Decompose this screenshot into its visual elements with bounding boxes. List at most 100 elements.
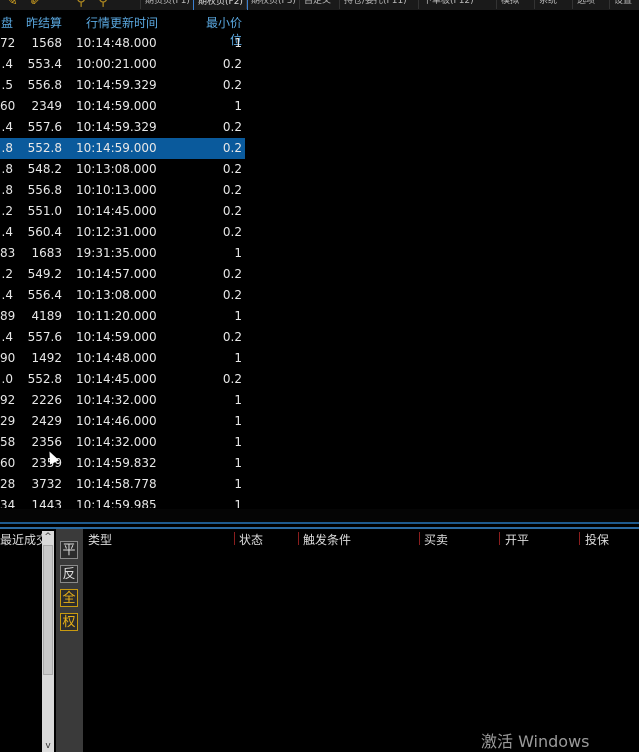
menu-settings[interactable]: 设置 [609, 0, 636, 9]
cell-prev-settle: 557.6 [27, 330, 62, 344]
header-close[interactable]: 盘 [0, 14, 13, 31]
cell-update-time: 10:13:08.000 [76, 288, 157, 302]
table-row[interactable]: .4 553.4 10:00:21.000 0.2 [0, 54, 245, 75]
cell-close: .4 [1, 330, 13, 344]
table-row[interactable]: 92 2226 10:14:32.000 1 [0, 390, 245, 411]
scroll-up-icon[interactable]: ^ [42, 531, 54, 543]
cell-update-time: 10:14:32.000 [76, 435, 157, 449]
quote-table: 盘 昨结算 行情更新时间 最小价位 72 1568 10:14:48.000 1 .4 5… [0, 11, 245, 508]
vertical-scrollbar[interactable]: ^ v [42, 531, 54, 752]
tab-positions-orders[interactable]: 持仓/委托(F11) [339, 0, 411, 9]
reverse-position-button[interactable]: 反 [60, 565, 78, 583]
table-row[interactable]: .2 551.0 10:14:45.000 0.2 [0, 201, 245, 222]
tab-order-board[interactable]: 下单板(F12) [418, 0, 478, 9]
cell-prev-settle: 2356 [31, 435, 62, 449]
table-row[interactable]: 29 2429 10:14:46.000 1 [0, 411, 245, 432]
scroll-down-icon[interactable]: v [42, 740, 54, 752]
edit-icon[interactable]: ✐ [30, 0, 42, 8]
cell-update-time: 10:12:31.000 [76, 225, 157, 239]
menu-options[interactable]: 选项 [572, 0, 599, 9]
exercise-button[interactable]: 权 [60, 613, 78, 631]
cell-close: .4 [1, 120, 13, 134]
col-buy-sell[interactable]: 买卖 [424, 531, 448, 548]
table-row[interactable]: .4 560.4 10:12:31.000 0.2 [0, 222, 245, 243]
col-open-close[interactable]: 开平 [505, 531, 529, 548]
pencil-icon[interactable]: ✎ [6, 0, 18, 8]
cell-prev-settle: 4189 [31, 309, 62, 323]
table-row[interactable]: .4 557.6 10:14:59.329 0.2 [0, 117, 245, 138]
cell-min-tick: 0.2 [222, 183, 242, 197]
table-row[interactable]: 28 3732 10:14:58.778 1 [0, 474, 245, 495]
cell-update-time: 10:14:57.000 [76, 267, 157, 281]
table-row[interactable]: 58 2356 10:14:32.000 1 [0, 432, 245, 453]
cell-close: 29 [0, 414, 16, 428]
cell-update-time: 10:14:45.000 [76, 204, 157, 218]
header-update-time[interactable]: 行情更新时间 [86, 14, 166, 31]
tab-futures-page[interactable]: 期货页(F1) [140, 0, 194, 9]
table-row[interactable]: 83 1683 19:31:35.000 1 [0, 243, 245, 264]
tab-options-page[interactable]: 期权页(F2) [193, 0, 248, 10]
cell-update-time: 10:14:59.329 [76, 120, 157, 134]
cell-min-tick: 1 [234, 246, 242, 260]
table-row[interactable]: 89 4189 10:11:20.000 1 [0, 306, 245, 327]
table-row[interactable]: .4 556.4 10:13:08.000 0.2 [0, 285, 245, 306]
cell-close: .8 [1, 141, 13, 155]
cell-close: 92 [0, 393, 16, 407]
tab-custom[interactable]: 自定义 [299, 0, 335, 9]
table-row[interactable]: 60 2349 10:14:59.000 1 [0, 96, 245, 117]
close-position-button[interactable]: 平 [60, 541, 78, 559]
table-row[interactable]: .8 548.2 10:13:08.000 0.2 [0, 159, 245, 180]
cell-close: 34 [0, 498, 16, 508]
cell-min-tick: 1 [234, 351, 242, 365]
cell-min-tick: 1 [234, 393, 242, 407]
cell-close: .8 [1, 183, 13, 197]
close-all-button[interactable]: 全 [60, 589, 78, 607]
cell-prev-settle: 560.4 [27, 225, 62, 239]
table-header: 盘 昨结算 行情更新时间 最小价位 [0, 11, 245, 47]
cell-close: 72 [0, 36, 16, 50]
cell-prev-settle: 553.4 [27, 57, 62, 71]
table-row[interactable]: .2 549.2 10:14:57.000 0.2 [0, 264, 245, 285]
table-row[interactable]: .8 556.8 10:10:13.000 0.2 [0, 180, 245, 201]
table-row[interactable]: .4 557.6 10:14:59.000 0.2 [0, 327, 245, 348]
cell-prev-settle: 1568 [31, 36, 62, 50]
col-type[interactable]: 类型 [88, 531, 112, 548]
cell-min-tick: 0.2 [222, 57, 242, 71]
cell-min-tick: 0.2 [222, 225, 242, 239]
cell-close: 60 [0, 456, 16, 470]
cell-close: .4 [1, 57, 13, 71]
cell-min-tick: 0.2 [222, 204, 242, 218]
cell-prev-settle: 557.6 [27, 120, 62, 134]
cell-prev-settle: 1443 [31, 498, 62, 508]
table-row[interactable]: 90 1492 10:14:48.000 1 [0, 348, 245, 369]
table-row[interactable]: .8 552.8 10:14:59.000 0.2 [0, 138, 245, 159]
table-row[interactable]: .0 552.8 10:14:45.000 0.2 [0, 369, 245, 390]
zoom-in-icon[interactable]: ⚲ [76, 0, 86, 8]
cell-prev-settle: 2349 [31, 99, 62, 113]
cell-update-time: 10:14:45.000 [76, 372, 157, 386]
cell-update-time: 10:14:46.000 [76, 414, 157, 428]
col-divider [298, 532, 299, 545]
cell-update-time: 10:11:20.000 [76, 309, 157, 323]
table-row[interactable]: .5 556.8 10:14:59.329 0.2 [0, 75, 245, 96]
cell-min-tick: 1 [234, 414, 242, 428]
col-status[interactable]: 状态 [239, 531, 263, 548]
table-row[interactable]: 34 1443 10:14:59.985 1 [0, 495, 245, 508]
toolbar: ✎ ✐ ⚲ ⚲ 期货页(F1) 期权页(F2) 期权页(F3) 自定义 持仓/委… [0, 0, 639, 10]
col-trigger[interactable]: 触发条件 [303, 531, 351, 548]
scroll-thumb[interactable] [43, 545, 53, 675]
cell-update-time: 10:14:48.000 [76, 36, 157, 50]
cell-prev-settle: 3732 [31, 477, 62, 491]
col-hedge[interactable]: 投保 [585, 531, 609, 548]
table-row[interactable]: 60 2359 10:14:59.832 1 [0, 453, 245, 474]
panel-divider[interactable] [0, 522, 639, 524]
header-prev-settle[interactable]: 昨结算 [24, 14, 62, 31]
cell-prev-settle: 1683 [31, 246, 62, 260]
cell-prev-settle: 552.8 [27, 372, 62, 386]
table-row[interactable]: 72 1568 10:14:48.000 1 [0, 33, 245, 54]
zoom-out-icon[interactable]: ⚲ [98, 0, 108, 8]
tab-options-page-2[interactable]: 期权页(F3) [246, 0, 300, 9]
menu-simulate[interactable]: 模拟 [496, 0, 523, 9]
menu-system[interactable]: 系统 [534, 0, 561, 9]
cell-update-time: 10:13:08.000 [76, 162, 157, 176]
